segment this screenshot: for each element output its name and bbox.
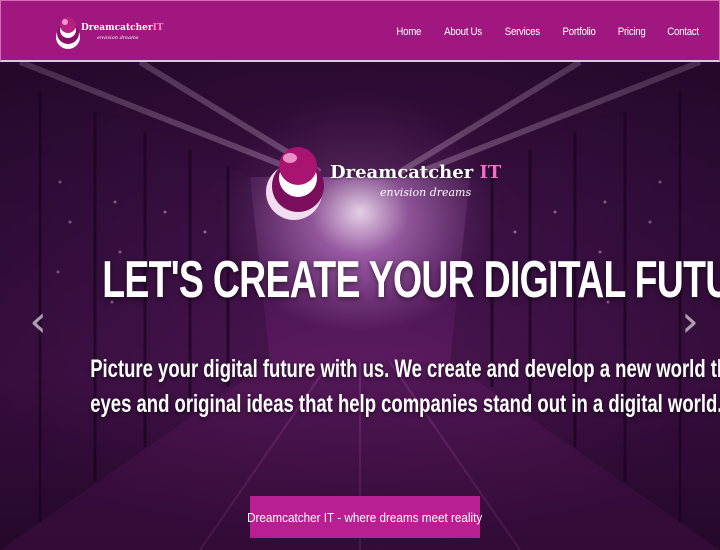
hero-description-line: Picture your digital future with us. We … xyxy=(90,355,720,383)
hero-slider: Dreamcatcher IT envision dreams LET'S CR… xyxy=(0,62,720,550)
nav-link-pricing[interactable]: Pricing xyxy=(617,26,645,38)
slider-next-button[interactable]: › xyxy=(678,292,702,352)
chevron-left-icon: ‹ xyxy=(29,296,47,347)
hero-description-line: eyes and original ideas that help compan… xyxy=(90,390,720,418)
hero-title: LET'S CREATE YOUR DIGITAL FUTURE xyxy=(102,251,720,309)
hero-logo-orb-icon xyxy=(266,147,324,220)
cta-button-label: Dreamcatcher IT - where dreams meet real… xyxy=(247,509,483,525)
nav-link-services[interactable]: Services xyxy=(505,26,540,38)
logo-orb-icon xyxy=(56,17,80,49)
nav-link-about-us[interactable]: About Us xyxy=(445,26,483,38)
nav-logo-tagline: envision dreams xyxy=(97,35,139,41)
navbar: DreamcatcherIT envision dreams Home Abou… xyxy=(0,0,720,62)
cta-button[interactable]: Dreamcatcher IT - where dreams meet real… xyxy=(247,496,483,538)
nav-link-portfolio[interactable]: Portfolio xyxy=(563,26,596,38)
nav-link-home[interactable]: Home xyxy=(397,26,422,38)
hero-logo-tagline: envision dreams xyxy=(380,186,472,199)
hero-logo: Dreamcatcher IT envision dreams xyxy=(262,140,501,222)
slider-prev-button[interactable]: ‹ xyxy=(26,292,50,352)
nav-logo[interactable]: DreamcatcherIT envision dreams xyxy=(53,13,164,51)
chevron-right-icon: › xyxy=(681,296,699,347)
nav-links: Home About Us Services Portfolio Pricing… xyxy=(375,1,700,63)
nav-logo-brand: DreamcatcherIT xyxy=(81,23,164,33)
nav-link-contact[interactable]: Contact xyxy=(667,26,699,38)
hero-description: Picture your digital future with us. We … xyxy=(90,352,720,422)
hero-logo-brand: Dreamcatcher IT xyxy=(330,162,502,183)
